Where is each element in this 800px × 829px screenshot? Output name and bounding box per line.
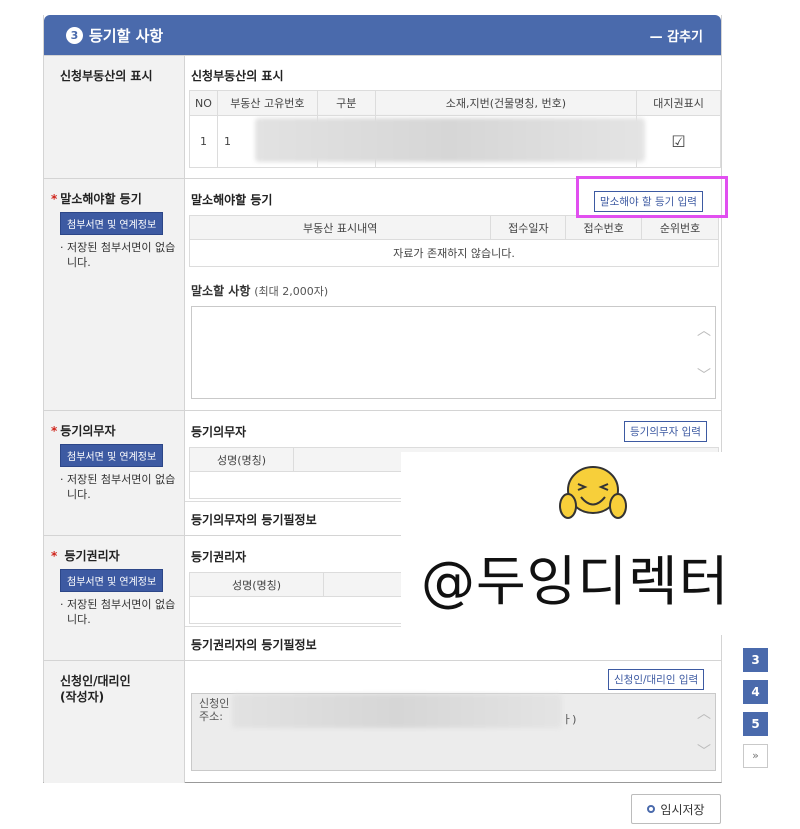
property-row: 신청부동산의 표시 신청부동산의 표시 NO 부동산 고유번호 구분 소재,지번… xyxy=(44,55,721,178)
cancel-title: 말소해야할 등기 xyxy=(191,193,273,207)
temp-save-button[interactable]: 임시저장 xyxy=(631,794,721,824)
obligor-attach-button[interactable]: 첨부서면 및 연계정보 xyxy=(60,444,164,467)
col-rank-number: 순위번호 xyxy=(641,215,719,240)
col-no: NO xyxy=(189,90,218,116)
circle-icon xyxy=(647,805,656,813)
obligor-info-title: 등기의무자의 등기필정보 xyxy=(191,513,317,527)
panel-title: 3 등기할 사항 xyxy=(66,25,163,46)
redacted-blur xyxy=(255,118,645,162)
matter-textarea[interactable]: ︿ ﹀ xyxy=(191,306,716,399)
obligee-col-name: 성명(명칭) xyxy=(189,572,324,597)
obligee-note: 저장된 첨부서면이 없습니다. xyxy=(60,597,176,627)
obligor-col-name: 성명(명칭) xyxy=(189,447,294,472)
registration-matters-panel: 3 등기할 사항 — 감추기 신청부동산의 표시 신청부동산의 표시 NO 부동… xyxy=(43,15,722,783)
cancel-table: 부동산 표시내역 접수일자 접수번호 순위번호 자료가 존재하지 않습니다. xyxy=(188,215,719,267)
cancel-note: 저장된 첨부서면이 없습니다. xyxy=(60,240,176,270)
row-no: 1 xyxy=(189,115,218,168)
cancel-left: *말소해야할 등기 첨부서면 및 연계정보 저장된 첨부서면이 없습니다. xyxy=(44,179,185,410)
property-title: 신청부동산의 표시 xyxy=(191,69,284,83)
col-address: 소재,지번(건물명칭, 번호) xyxy=(374,90,638,116)
matter-label: 말소할 사항 (최대 2,000자) xyxy=(191,284,329,298)
obligor-title: 등기의무자 xyxy=(191,425,247,439)
obligor-note: 저장된 첨부서면이 없습니다. xyxy=(60,472,176,502)
col-receipt-number: 접수번호 xyxy=(565,215,643,240)
cancel-label: * 말소해야할 등기 xyxy=(51,192,142,206)
obligee-info-title: 등기권리자의 등기필정보 xyxy=(191,638,317,652)
applicant-text-tail: ㅏ) xyxy=(562,713,577,726)
col-land-right: 대지권표시 xyxy=(636,90,721,116)
side-nav-5[interactable]: 5 xyxy=(743,712,768,736)
property-label: 신청부동산의 표시 xyxy=(60,69,153,83)
obligor-left: *등기의무자 첨부서면 및 연계정보 저장된 첨부서면이 없습니다. xyxy=(44,411,185,535)
step-number-badge: 3 xyxy=(66,26,83,44)
applicant-input-button[interactable]: 신청인/대리인 입력 xyxy=(608,669,705,690)
land-right-checkbox[interactable]: ☑ xyxy=(636,115,721,168)
obligee-attach-button[interactable]: 첨부서면 및 연계정보 xyxy=(60,569,164,592)
property-right: 신청부동산의 표시 NO 부동산 고유번호 구분 소재,지번(건물명칭, 번호)… xyxy=(185,56,721,178)
panel-title-text: 등기할 사항 xyxy=(89,26,164,45)
textarea-scroll[interactable]: ︿ ﹀ xyxy=(697,307,711,398)
obligee-title: 등기권리자 xyxy=(191,550,247,564)
obligor-input-button[interactable]: 등기의무자 입력 xyxy=(624,421,707,442)
watermark-text: @두잉디렉터 xyxy=(421,550,730,613)
highlight-box xyxy=(576,176,728,218)
applicant-text: 신청인 주소: xyxy=(199,697,230,723)
applicant-left: 신청인/대리인 (작성자) xyxy=(44,661,185,783)
side-nav-3[interactable]: 3 xyxy=(743,648,768,672)
smiley-face-icon xyxy=(559,466,627,519)
applicant-textarea[interactable]: 신청인 주소: ㅏ) ︿ ﹀ xyxy=(191,693,716,771)
side-nav-4[interactable]: 4 xyxy=(743,680,768,704)
col-receipt-date: 접수일자 xyxy=(490,215,567,240)
watermark-sticker: @두잉디렉터 xyxy=(401,452,800,635)
applicant-scroll[interactable]: ︿ ﹀ xyxy=(697,694,711,770)
obligee-left: * 등기권리자 첨부서면 및 연계정보 저장된 첨부서면이 없습니다. xyxy=(44,536,185,660)
obligor-label: * 등기의무자 xyxy=(51,424,116,438)
applicant-row: 신청인/대리인 (작성자) 신청인/대리인 입력 신청인 주소: ㅏ) ︿ ﹀ xyxy=(44,660,721,783)
property-left: 신청부동산의 표시 xyxy=(44,56,185,178)
cancel-attach-button[interactable]: 첨부서면 및 연계정보 xyxy=(60,212,164,235)
side-nav: 3 4 5 » xyxy=(743,648,768,768)
obligee-label: * 등기권리자 xyxy=(51,549,120,563)
col-type: 구분 xyxy=(316,90,376,116)
collapse-button[interactable]: — 감추기 xyxy=(650,26,703,45)
applicant-redacted-blur xyxy=(232,694,562,728)
panel-header: 3 등기할 사항 — 감추기 xyxy=(44,15,721,55)
cancel-empty-message: 자료가 존재하지 않습니다. xyxy=(189,239,719,267)
side-nav-down-icon[interactable]: » xyxy=(743,744,768,768)
temp-save-label: 임시저장 xyxy=(660,802,705,817)
applicant-label: 신청인/대리인 (작성자) xyxy=(60,674,131,704)
applicant-right: 신청인/대리인 입력 신청인 주소: ㅏ) ︿ ﹀ xyxy=(185,661,721,783)
col-uid: 부동산 고유번호 xyxy=(216,90,318,116)
col-property-desc: 부동산 표시내역 xyxy=(188,215,492,240)
